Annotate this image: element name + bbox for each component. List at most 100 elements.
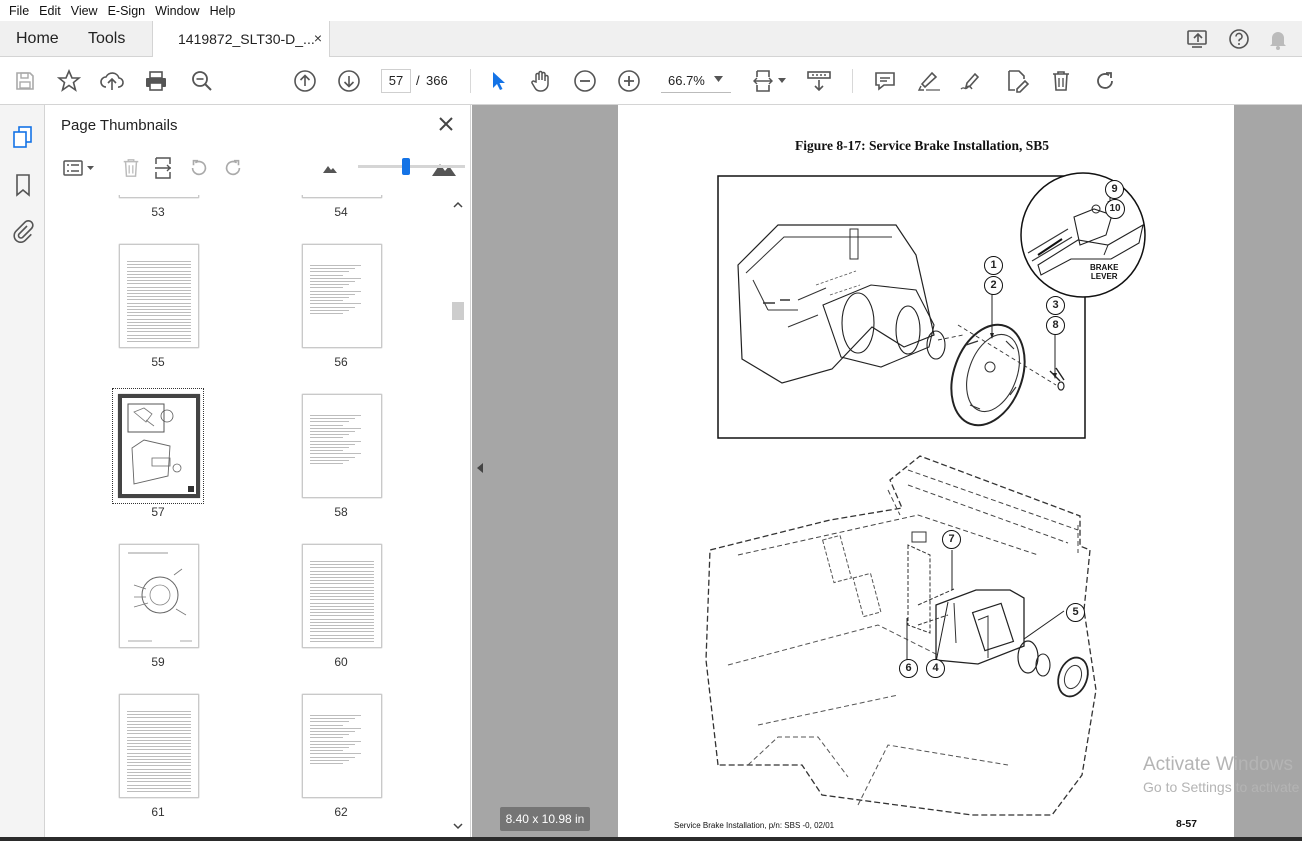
thumbnail-page-57[interactable] xyxy=(118,394,200,498)
thumbnail-text-line xyxy=(127,733,191,735)
taskbar-edge xyxy=(0,837,1302,841)
thumbnail-text-line xyxy=(127,315,191,317)
close-panel-icon[interactable] xyxy=(437,115,455,133)
zoom-in-icon[interactable] xyxy=(616,68,642,94)
tab-home[interactable]: Home xyxy=(16,30,59,48)
scrollbar-thumb[interactable] xyxy=(452,302,464,320)
thumbnail-table-line xyxy=(310,447,349,448)
thumbnail-text-line xyxy=(127,283,191,285)
menu-esign[interactable]: E-Sign xyxy=(103,4,151,18)
zoom-out-icon[interactable] xyxy=(572,68,598,94)
activation-watermark-title: Activate Windows xyxy=(1143,754,1293,775)
thumbnail-table-line xyxy=(310,297,349,298)
thumbnail-page-60[interactable] xyxy=(302,544,382,648)
thumbnail-text-line xyxy=(310,561,374,562)
thumbnail-text-line xyxy=(310,609,374,610)
delete-icon[interactable] xyxy=(1048,68,1074,94)
select-arrow-icon[interactable] xyxy=(485,68,511,94)
thumbnail-label: 53 xyxy=(151,205,165,219)
insert-page-icon[interactable] xyxy=(151,155,177,181)
thumbnail-page-53[interactable] xyxy=(119,195,199,198)
fit-page-icon[interactable] xyxy=(750,68,790,94)
large-thumbnail-icon[interactable] xyxy=(431,155,457,181)
thumbnail-page-58[interactable] xyxy=(302,394,382,498)
current-page-input[interactable]: 57 xyxy=(381,69,411,93)
redo-icon[interactable] xyxy=(1092,68,1118,94)
thumbnail-text-line xyxy=(127,334,191,336)
attachment-icon[interactable] xyxy=(11,219,35,243)
collapse-panel-arrow-icon[interactable] xyxy=(476,462,484,474)
thumbnail-page-56[interactable] xyxy=(302,244,382,348)
thumbnail-options-icon[interactable] xyxy=(59,155,99,181)
page-up-icon[interactable] xyxy=(292,68,318,94)
thumbnail-size-slider-handle[interactable] xyxy=(402,158,410,175)
notification-bell-icon[interactable] xyxy=(1268,28,1288,50)
thumbnail-text-line xyxy=(127,261,191,262)
thumbnail-table-line xyxy=(310,756,355,758)
menu-view[interactable]: View xyxy=(66,4,103,18)
thumbnail-text-line xyxy=(310,577,374,578)
callout-7: 7 xyxy=(942,530,961,549)
thumbnail-table-line xyxy=(310,443,355,445)
thumbnail-page-62[interactable] xyxy=(302,694,382,798)
scroll-mode-icon[interactable] xyxy=(806,68,832,94)
rotate-left-icon[interactable] xyxy=(186,155,212,181)
callout-3: 3 xyxy=(1046,296,1065,315)
upload-icon[interactable] xyxy=(99,68,125,94)
thumbnail-page-54[interactable] xyxy=(302,195,382,198)
thumbnail-table-line xyxy=(310,737,343,739)
thumbnail-label: 60 xyxy=(334,655,348,669)
hand-icon[interactable] xyxy=(528,68,554,94)
menu-window[interactable]: Window xyxy=(150,4,204,18)
thumbnail-text-line xyxy=(127,762,191,764)
thumbnail-table-line xyxy=(310,459,349,461)
thumbnail-text-line xyxy=(127,752,191,754)
thumbnail-page-61[interactable] xyxy=(119,694,199,798)
print-icon[interactable] xyxy=(143,68,169,94)
small-thumbnail-icon[interactable] xyxy=(317,155,343,181)
thumbnail-text-line xyxy=(310,631,374,633)
bookmark-icon[interactable] xyxy=(11,173,35,197)
comment-icon[interactable] xyxy=(872,68,898,94)
delete-page-icon[interactable] xyxy=(118,155,144,181)
pdf-page[interactable]: Figure 8-17: Service Brake Installation,… xyxy=(618,105,1234,837)
document-tab-title: 1419872_SLT30-D_... xyxy=(178,31,315,47)
thumbnail-text-line xyxy=(127,312,191,314)
close-tab-icon[interactable]: × xyxy=(314,30,322,46)
thumbnail-text-line xyxy=(310,621,374,623)
thumbnail-table-line xyxy=(310,715,361,716)
highlight-icon[interactable] xyxy=(916,68,942,94)
page-down-icon[interactable] xyxy=(336,68,362,94)
thumbnail-text-line xyxy=(127,277,191,278)
thumbnail-scrollbar[interactable] xyxy=(450,195,466,841)
tab-tools[interactable]: Tools xyxy=(88,30,125,48)
thumbnail-table-line xyxy=(310,268,355,270)
thumbnail-table-line xyxy=(310,290,361,292)
star-icon[interactable] xyxy=(56,68,82,94)
zoom-level-select[interactable]: 66.7% xyxy=(661,69,731,93)
menu-file[interactable]: File xyxy=(4,4,34,18)
thumbnail-text-line xyxy=(127,746,191,748)
help-icon[interactable] xyxy=(1228,28,1250,50)
rotate-right-icon[interactable] xyxy=(220,155,246,181)
menu-edit[interactable]: Edit xyxy=(34,4,66,18)
menu-help[interactable]: Help xyxy=(205,4,241,18)
thumbnail-text-line xyxy=(127,739,191,741)
callout-5: 5 xyxy=(1066,603,1085,622)
page-thumbnails-icon[interactable] xyxy=(11,125,35,149)
thumbnail-table-line xyxy=(310,747,349,748)
share-screen-icon[interactable] xyxy=(1186,28,1210,50)
tab-document[interactable]: 1419872_SLT30-D_... × xyxy=(152,21,330,57)
thumbnail-page-55[interactable] xyxy=(119,244,199,348)
thumbnail-table-line xyxy=(310,424,343,426)
thumbnail-text-line xyxy=(127,296,191,298)
thumbnail-page-59[interactable] xyxy=(119,544,199,648)
thumbnail-text-line xyxy=(310,564,374,566)
save-icon[interactable] xyxy=(12,68,38,94)
search-zoom-icon[interactable] xyxy=(189,68,215,94)
thumbnail-text-line xyxy=(127,331,191,333)
thumbnail-text-line xyxy=(310,583,374,585)
thumbnail-text-line xyxy=(127,723,191,725)
sign-icon[interactable] xyxy=(959,68,985,94)
edit-pdf-icon[interactable] xyxy=(1004,68,1030,94)
